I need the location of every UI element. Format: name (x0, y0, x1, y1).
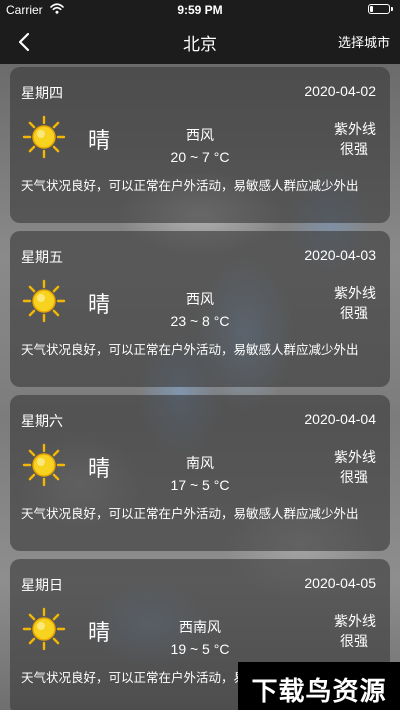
weekday-label: 星期日 (21, 578, 63, 594)
condition-label: 晴 (88, 457, 111, 482)
uv-label: 紫外线 (334, 286, 376, 302)
date-label: 2020-04-02 (304, 83, 376, 99)
watermark-text: 下载鸟资源 (251, 677, 387, 707)
forecast-card: 星期六 2020-04-04 晴 南风 17 ~ 5 °C 紫外线 很强 天气状… (10, 395, 390, 551)
watermark-logo: 下载鸟资源 (238, 662, 400, 710)
condition-label: 晴 (88, 621, 111, 646)
wind-label: 西风 (186, 128, 214, 144)
uv-label: 紫外线 (334, 450, 376, 466)
date-label: 2020-04-05 (304, 575, 376, 591)
temperature-range: 23 ~ 8 °C (170, 313, 230, 329)
weather-advice: 天气状况良好，可以正常在户外活动，易敏感人群应减少外出 (21, 342, 359, 357)
weekday-label: 星期四 (21, 86, 63, 102)
uv-value: 很强 (340, 470, 368, 486)
sun-icon (22, 115, 66, 159)
back-button[interactable] (10, 26, 42, 58)
status-time: 9:59 PM (177, 3, 223, 17)
select-city-button[interactable]: 选择城市 (338, 32, 390, 51)
uv-value: 很强 (340, 306, 368, 322)
temperature-range: 17 ~ 5 °C (170, 477, 230, 493)
uv-value: 很强 (340, 634, 368, 650)
sun-icon (22, 443, 66, 487)
uv-label: 紫外线 (334, 614, 376, 630)
weather-advice: 天气状况良好，可以正常在户外活动，易敏感人群应减少外出 (21, 178, 359, 193)
weekday-label: 星期六 (21, 414, 63, 430)
date-label: 2020-04-03 (304, 247, 376, 263)
status-bar: Carrier 9:59 PM (0, 0, 400, 20)
battery-level (370, 6, 373, 12)
sun-icon (22, 279, 66, 323)
wind-label: 西风 (186, 292, 214, 308)
temperature-range: 20 ~ 7 °C (170, 149, 230, 165)
condition-label: 晴 (88, 129, 111, 154)
chevron-left-icon (18, 32, 30, 52)
battery-icon (368, 4, 393, 14)
navigation-bar: 北京 选择城市 (0, 20, 400, 64)
wind-label: 南风 (186, 456, 214, 472)
sun-icon (22, 607, 66, 651)
temperature-range: 19 ~ 5 °C (170, 641, 230, 657)
date-label: 2020-04-04 (304, 411, 376, 427)
uv-value: 很强 (340, 142, 368, 158)
forecast-card: 星期四 2020-04-02 晴 西风 20 ~ 7 °C 紫外线 很强 天气状… (10, 67, 390, 223)
wind-label: 西南风 (179, 620, 221, 636)
weather-advice: 天气状况良好，可以正常在户外活动，易敏感人群应减少外出 (21, 506, 359, 521)
uv-label: 紫外线 (334, 122, 376, 138)
app-root: Carrier 9:59 PM 北京 选择城市 星期四 2020-04-02 晴… (0, 0, 400, 710)
weekday-label: 星期五 (21, 250, 63, 266)
forecast-list[interactable]: 星期四 2020-04-02 晴 西风 20 ~ 7 °C 紫外线 很强 天气状… (0, 64, 400, 710)
forecast-card: 星期五 2020-04-03 晴 西风 23 ~ 8 °C 紫外线 很强 天气状… (10, 231, 390, 387)
condition-label: 晴 (88, 293, 111, 318)
